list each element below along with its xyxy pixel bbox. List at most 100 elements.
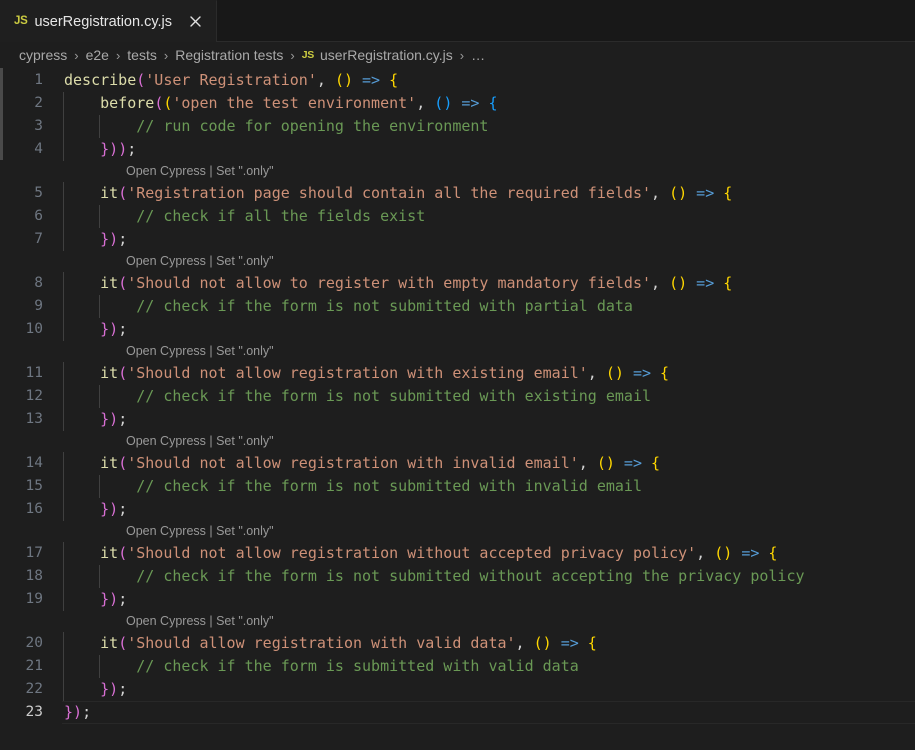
code-text[interactable]: }); [62, 318, 915, 341]
code-line[interactable]: 10 }); [0, 318, 915, 341]
code-line[interactable]: 19 }); [0, 588, 915, 611]
breadcrumb-item-userRegistration-cy-js[interactable]: JS userRegistration.cy.js [302, 47, 453, 63]
breadcrumb-separator-icon: › [290, 47, 295, 63]
codelens-row: Open Cypress | Set ".only" [0, 521, 915, 542]
indent-guide [63, 362, 64, 385]
line-number: 1 [34, 72, 43, 88]
code-text[interactable]: // check if all the fields exist [62, 205, 915, 228]
code-line[interactable]: 16 }); [0, 498, 915, 521]
indent-guide [99, 565, 101, 588]
indent-guide [63, 588, 64, 611]
indent-guide [63, 408, 64, 431]
code-line[interactable]: 1 describe('User Registration', () => { [0, 69, 915, 92]
code-text[interactable]: }); [62, 408, 915, 431]
code-text[interactable]: it('Should not allow registration withou… [62, 542, 915, 565]
code-text[interactable]: before(('open the test environment', () … [62, 92, 915, 115]
code-text[interactable]: }); [62, 228, 915, 251]
breadcrumb-item-symbols-overflow[interactable]: … [471, 47, 485, 63]
line-number: 8 [34, 275, 43, 291]
close-icon[interactable] [185, 12, 205, 32]
code-line[interactable]: 12 // check if the form is not submitted… [0, 385, 915, 408]
code-line[interactable]: 15 // check if the form is not submitted… [0, 475, 915, 498]
indent-guide [99, 655, 101, 678]
code-line[interactable]: 7 }); [0, 228, 915, 251]
breadcrumb: cypress › e2e › tests › Registration tes… [0, 42, 915, 68]
code-line[interactable]: 4 })); [0, 138, 915, 161]
code-line[interactable]: 14 it('Should not allow registration wit… [0, 452, 915, 475]
code-line[interactable]: 22 }); [0, 678, 915, 701]
breadcrumb-item-registration-tests[interactable]: Registration tests [175, 47, 283, 63]
line-number: 15 [25, 478, 43, 494]
breadcrumb-item-cypress[interactable]: cypress [19, 47, 67, 63]
codelens-open-cypress-set-only[interactable]: Open Cypress | Set ".only" [62, 611, 274, 632]
indent-guide [63, 115, 64, 138]
code-line[interactable]: 9 // check if the form is not submitted … [0, 295, 915, 318]
editor-tab-bar: JS userRegistration.cy.js [0, 0, 915, 42]
codelens-open-cypress-set-only[interactable]: Open Cypress | Set ".only" [62, 521, 274, 542]
code-line[interactable]: 17 it('Should not allow registration wit… [0, 542, 915, 565]
code-text[interactable]: it('Registration page should contain all… [62, 182, 915, 205]
line-number: 2 [34, 95, 43, 111]
codelens-row: Open Cypress | Set ".only" [0, 251, 915, 272]
code-text[interactable]: // check if the form is not submitted wi… [62, 565, 915, 588]
code-line[interactable]: 3 // run code for opening the environmen… [0, 115, 915, 138]
code-line[interactable]: 2 before(('open the test environment', (… [0, 92, 915, 115]
breadcrumb-item-e2e[interactable]: e2e [86, 47, 109, 63]
code-text[interactable]: it('Should not allow registration with i… [62, 452, 915, 475]
code-content[interactable]: 1 describe('User Registration', () => {2 … [0, 68, 915, 724]
line-number: 5 [34, 185, 43, 201]
line-number: 4 [34, 141, 43, 157]
codelens-open-cypress-set-only[interactable]: Open Cypress | Set ".only" [62, 161, 274, 182]
line-number: 17 [25, 545, 43, 561]
code-text[interactable]: // check if the form is not submitted wi… [62, 475, 915, 498]
tab-userRegistration-cy-js[interactable]: JS userRegistration.cy.js [0, 0, 217, 42]
code-line[interactable]: 5 it('Registration page should contain a… [0, 182, 915, 205]
indent-guide [63, 498, 64, 521]
breadcrumb-label: Registration tests [175, 47, 284, 63]
code-text[interactable]: it('Should not allow registration with e… [62, 362, 915, 385]
code-text[interactable]: }); [62, 701, 915, 724]
editor-vertical-scrollbar[interactable] [905, 68, 915, 750]
line-number: 12 [25, 388, 43, 404]
code-text[interactable]: }); [62, 498, 915, 521]
indent-guide [63, 228, 64, 251]
code-text[interactable]: }); [62, 588, 915, 611]
code-line[interactable]: 21 // check if the form is submitted wit… [0, 655, 915, 678]
indent-guide [63, 138, 64, 161]
code-line[interactable]: 8 it('Should not allow to register with … [0, 272, 915, 295]
breadcrumb-label: … [471, 47, 486, 63]
breadcrumb-item-tests[interactable]: tests [127, 47, 157, 63]
codelens-row: Open Cypress | Set ".only" [0, 431, 915, 452]
code-text[interactable]: // check if the form is not submitted wi… [62, 295, 915, 318]
codelens-open-cypress-set-only[interactable]: Open Cypress | Set ".only" [62, 251, 274, 272]
code-text[interactable]: describe('User Registration', () => { [62, 69, 915, 92]
code-text[interactable]: // check if the form is submitted with v… [62, 655, 915, 678]
line-number: 7 [34, 231, 43, 247]
indent-guide [99, 115, 101, 138]
code-line[interactable]: 11 it('Should not allow registration wit… [0, 362, 915, 385]
code-line[interactable]: 20 it('Should allow registration with va… [0, 632, 915, 655]
indent-guide [63, 678, 64, 701]
code-line[interactable]: 18 // check if the form is not submitted… [0, 565, 915, 588]
code-text[interactable]: }); [62, 678, 915, 701]
line-number: 21 [25, 658, 43, 674]
code-line[interactable]: 6 // check if all the fields exist [0, 205, 915, 228]
line-number: 22 [25, 681, 43, 697]
codelens-open-cypress-set-only[interactable]: Open Cypress | Set ".only" [62, 431, 274, 452]
code-text[interactable]: it('Should not allow to register with em… [62, 272, 915, 295]
codelens-open-cypress-set-only[interactable]: Open Cypress | Set ".only" [62, 341, 274, 362]
code-line[interactable]: 23}); [0, 701, 915, 724]
code-text[interactable]: // check if the form is not submitted wi… [62, 385, 915, 408]
code-text[interactable]: // run code for opening the environment [62, 115, 915, 138]
code-text[interactable]: it('Should allow registration with valid… [62, 632, 915, 655]
codelens-row: Open Cypress | Set ".only" [0, 611, 915, 632]
code-editor[interactable]: 1 describe('User Registration', () => {2 … [0, 68, 915, 750]
breadcrumb-separator-icon: › [115, 47, 121, 63]
indent-guide [99, 295, 101, 318]
line-number: 20 [25, 635, 43, 651]
codelens-row: Open Cypress | Set ".only" [0, 161, 915, 182]
code-line[interactable]: 13 }); [0, 408, 915, 431]
line-number: 18 [25, 568, 43, 584]
indent-guide [99, 475, 101, 498]
code-text[interactable]: })); [62, 138, 915, 161]
